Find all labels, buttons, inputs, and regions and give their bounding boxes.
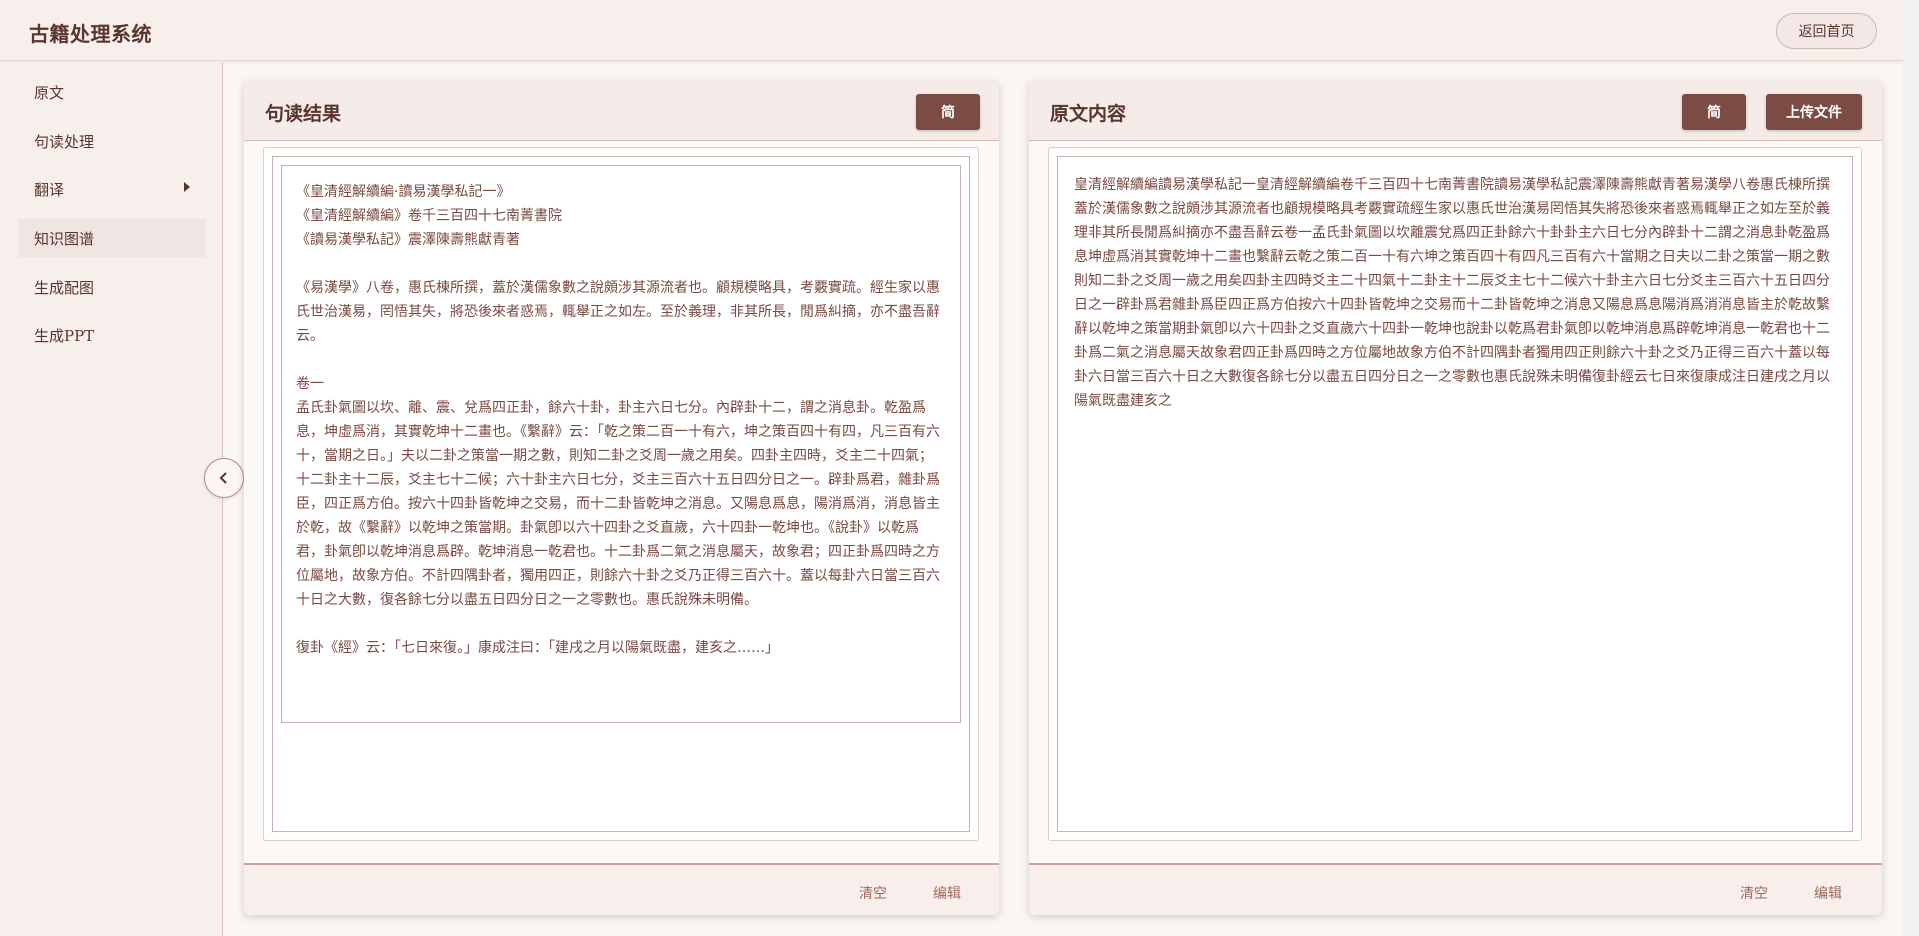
- sidebar-item-original[interactable]: 原文: [18, 73, 206, 111]
- result-text-box: 《皇清經解續編·讀易漢學私記一》 《皇清經解續編》卷千三百四十七南菁書院 《讀易…: [281, 165, 961, 723]
- simplify-button[interactable]: 简: [1682, 94, 1746, 130]
- clear-link[interactable]: 清空: [1740, 883, 1768, 903]
- sidebar-item-knowledge-graph[interactable]: 知识图谱: [18, 219, 206, 257]
- panel-footer: 清空 编辑: [1029, 863, 1882, 915]
- sidebar-item-label: 句读处理: [34, 132, 95, 151]
- punctuation-result-panel: 句读结果 简 《皇清經解續編·讀易漢學私記一》 《皇清經解續編》卷千三百四十七南…: [244, 81, 999, 915]
- page-scrollbar[interactable]: [1903, 0, 1919, 936]
- sidebar-item-punctuation[interactable]: 句读处理: [18, 122, 206, 160]
- sidebar-item-label: 知识图谱: [34, 229, 95, 248]
- upload-file-button[interactable]: 上传文件: [1766, 94, 1862, 130]
- clear-link[interactable]: 清空: [859, 883, 887, 903]
- back-to-home-button[interactable]: 返回首页: [1776, 13, 1877, 49]
- panel-title: 原文内容: [1050, 103, 1127, 125]
- original-container: 皇清經解續編讀易漢學私記一皇清經解續編卷千三百四十七南菁書院讀易漢學私記震澤陳壽…: [1048, 147, 1862, 841]
- sidebar-item-generate-image[interactable]: 生成配图: [18, 268, 206, 306]
- panel-header: 原文内容 简 上传文件: [1029, 81, 1882, 141]
- app-header: 古籍处理系统 返回首页: [0, 0, 1903, 61]
- chevron-right-icon: [184, 182, 190, 192]
- panel-footer: 清空 编辑: [244, 863, 999, 915]
- sidebar-item-translation[interactable]: 翻译: [18, 170, 206, 208]
- result-container: 《皇清經解續編·讀易漢學私記一》 《皇清經解續編》卷千三百四十七南菁書院 《讀易…: [263, 147, 979, 841]
- collapse-sidebar-button[interactable]: [204, 458, 244, 498]
- original-text-area[interactable]: 皇清經解續編讀易漢學私記一皇清經解續編卷千三百四十七南菁書院讀易漢學私記震澤陳壽…: [1057, 156, 1853, 832]
- sidebar: 原文 句读处理 翻译 知识图谱 生成配图 生成PPT: [0, 62, 223, 936]
- simplify-button[interactable]: 简: [916, 94, 980, 130]
- sidebar-item-label: 生成PPT: [34, 326, 95, 345]
- panel-title: 句读结果: [265, 103, 342, 125]
- punctuated-text: 《皇清經解續編·讀易漢學私記一》 《皇清經解續編》卷千三百四十七南菁書院 《讀易…: [296, 184, 940, 656]
- result-scroll-area[interactable]: 《皇清經解續編·讀易漢學私記一》 《皇清經解續編》卷千三百四十七南菁書院 《讀易…: [272, 156, 970, 832]
- original-content-panel: 原文内容 简 上传文件 皇清經解續編讀易漢學私記一皇清經解續編卷千三百四十七南菁…: [1029, 81, 1882, 915]
- sidebar-item-label: 翻译: [34, 180, 65, 199]
- original-text: 皇清經解續編讀易漢學私記一皇清經解續編卷千三百四十七南菁書院讀易漢學私記震澤陳壽…: [1074, 177, 1830, 409]
- panel-header: 句读结果 简: [244, 81, 999, 141]
- sidebar-item-generate-ppt[interactable]: 生成PPT: [18, 316, 206, 354]
- sidebar-item-label: 生成配图: [34, 278, 95, 297]
- sidebar-item-label: 原文: [34, 83, 65, 102]
- chevron-left-icon: [219, 472, 227, 484]
- app-title: 古籍处理系统: [29, 22, 152, 46]
- edit-link[interactable]: 编辑: [1814, 883, 1842, 903]
- edit-link[interactable]: 编辑: [933, 883, 961, 903]
